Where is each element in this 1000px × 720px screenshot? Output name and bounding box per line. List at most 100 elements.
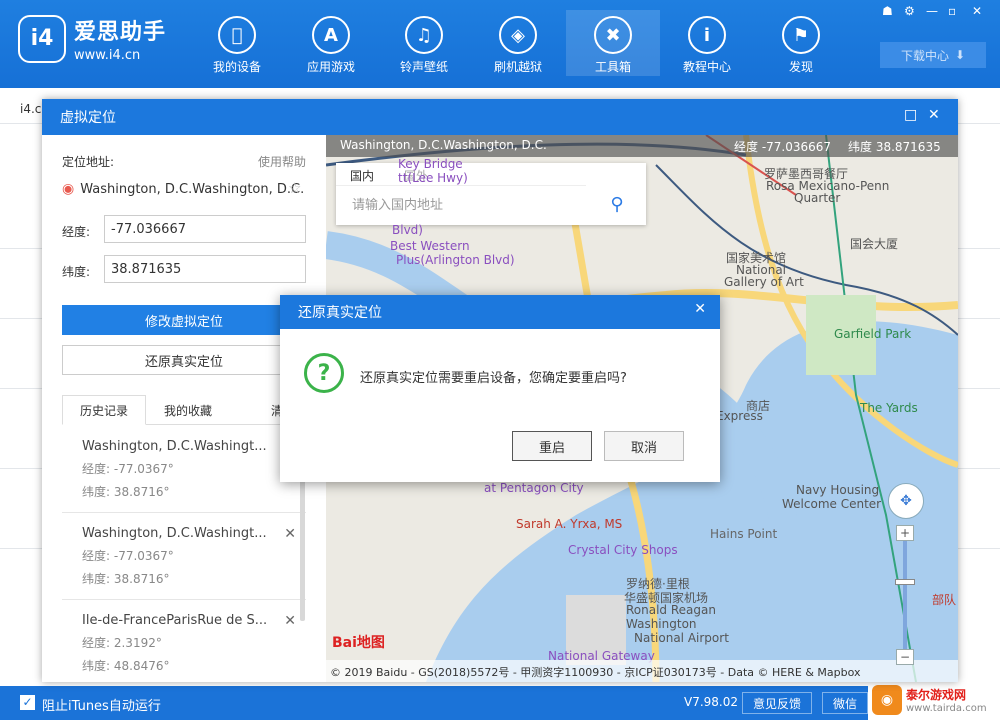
close-icon[interactable]: ✕ — [694, 301, 706, 317]
nav-flash[interactable]: ◈ 刷机越狱 — [471, 10, 565, 76]
restart-button[interactable]: 重启 — [512, 431, 592, 461]
nav-label: 刷机越狱 — [493, 60, 542, 74]
delete-icon[interactable]: ✕ — [284, 526, 296, 542]
tab-history[interactable]: 历史记录 — [62, 395, 146, 425]
map-label: Key Bridge — [398, 157, 463, 171]
zoom-track[interactable] — [903, 541, 907, 651]
music-icon: ♫ — [405, 16, 443, 54]
nav-label: 发现 — [788, 60, 813, 74]
map-info-place: Washington, D.C.Washington, D.C. — [340, 138, 547, 152]
itunes-label: 阻止iTunes自动运行 — [42, 699, 161, 714]
address-text: Washington, D.C.Washington, D.C. — [80, 181, 305, 197]
dropbox-icon: ◈ — [499, 16, 537, 54]
dialog-title: 还原真实定位 — [280, 295, 720, 329]
map-label: Gallery of Art — [724, 275, 804, 289]
download-center-button[interactable]: 下载中心 ⬇ — [880, 42, 986, 68]
map-label: Quarter — [794, 191, 841, 205]
status-bar: ✓ 阻止iTunes自动运行 V7.98.02 意见反馈 微信 — [0, 686, 1000, 720]
close-icon[interactable]: ✕ — [928, 107, 940, 123]
version-label: V7.98.02 — [684, 695, 739, 709]
map-label: Best Western — [390, 239, 470, 253]
feedback-button[interactable]: 意见反馈 — [742, 692, 813, 714]
window-title: 虚拟定位 — [42, 99, 958, 135]
map-label: National Airport — [634, 631, 729, 645]
map-label: Sarah A. Yrxa, MS — [516, 517, 623, 531]
search-icon[interactable]: ⚲ — [594, 189, 640, 219]
restore-location-button[interactable]: 还原真实定位 — [62, 345, 306, 375]
watermark-brand: ◉ 泰尔游戏网 www.tairda.com — [868, 680, 1000, 720]
baidu-logo: Bai地图 — [332, 635, 385, 651]
nav-label: 我的设备 — [212, 60, 261, 74]
skin-icon[interactable]: ☗ — [882, 4, 893, 18]
dialog-message: 还原真实定位需要重启设备，您确定要重启吗? — [360, 371, 627, 386]
itunes-checkbox[interactable]: ✓ — [20, 695, 35, 710]
favorite-star-icon[interactable]: ☆ — [288, 179, 301, 197]
apple-icon:  — [218, 16, 256, 54]
history-title: Washington, D.C.Washingt... — [82, 439, 267, 454]
wechat-button[interactable]: 微信 — [822, 692, 869, 714]
nav-my-device[interactable]:  我的设备 — [190, 10, 284, 76]
history-lng: 经度: -77.0367° — [82, 462, 174, 476]
latitude-field[interactable]: 38.871635 — [104, 255, 306, 283]
map-label: 部队 — [932, 593, 957, 607]
settings-icon[interactable]: ⚙ — [904, 4, 915, 18]
address-search-input[interactable]: 请输入国内地址 — [336, 185, 586, 221]
download-icon: ⬇ — [954, 48, 966, 62]
restore-confirm-dialog: 还原真实定位 ✕ ? 还原真实定位需要重启设备，您确定要重启吗? 重启 取消 — [280, 295, 720, 482]
zoom-control: + − — [895, 525, 915, 665]
question-icon: ? — [304, 353, 344, 393]
brand-name: 泰尔游戏网 — [906, 688, 967, 702]
map-label: Welcome Center — [782, 497, 882, 511]
zoom-out-button[interactable]: − — [896, 649, 914, 665]
bg-tab-label: i4.c — [20, 102, 42, 116]
zoom-slider-handle[interactable] — [895, 579, 915, 585]
history-item[interactable]: Ile-de-FranceParisRue de S... 经度: 2.3192… — [62, 601, 306, 681]
map-label: Plus(Arlington Blvd) — [396, 253, 515, 267]
nav-ringtones[interactable]: ♫ 铃声壁纸 — [377, 10, 471, 76]
history-item[interactable]: Washington, D.C.Washingt... 经度: -77.0367… — [62, 427, 306, 513]
history-lng: 经度: 2.3192° — [82, 636, 162, 650]
nav-discover[interactable]: ⚑ 发现 — [754, 10, 848, 76]
cancel-button[interactable]: 取消 — [604, 431, 684, 461]
map-label: The Yards — [860, 401, 918, 415]
map-label: Washington — [626, 617, 697, 631]
gamepad-icon: ◉ — [872, 685, 902, 715]
location-pin-icon: ◉ — [62, 181, 75, 197]
app-name: 爱思助手 — [74, 20, 167, 45]
history-tabs: 历史记录 我的收藏 清 — [62, 395, 306, 425]
delete-icon[interactable]: ✕ — [284, 613, 296, 629]
history-item[interactable]: Washington, D.C.Washingt... 经度: -77.0367… — [62, 514, 306, 600]
app-url: www.i4.cn — [74, 48, 141, 63]
history-title: Ile-de-FranceParisRue de S... — [82, 613, 268, 628]
minimize-icon[interactable]: — — [926, 4, 938, 18]
map-label: 国会大厦 — [850, 237, 899, 251]
help-link[interactable]: 使用帮助 — [258, 153, 306, 170]
nav-label: 应用游戏 — [306, 60, 355, 74]
brand-url: www.tairda.com — [906, 703, 987, 714]
nav-label: 教程中心 — [682, 60, 731, 74]
history-lng: 经度: -77.0367° — [82, 549, 174, 563]
map-label: at Pentagon City — [484, 481, 584, 495]
restore-icon[interactable]: ▫ — [948, 4, 956, 18]
maximize-icon[interactable]: □ — [904, 107, 917, 123]
map-pan-control[interactable]: ✥ — [888, 483, 924, 519]
logo-badge: i4 — [18, 14, 66, 63]
close-icon[interactable]: ✕ — [972, 4, 982, 18]
nav-apps[interactable]: A 应用游戏 — [284, 10, 378, 76]
zoom-in-button[interactable]: + — [896, 525, 914, 541]
modify-location-button[interactable]: 修改虚拟定位 — [62, 305, 306, 335]
nav-tutorials[interactable]: i 教程中心 — [660, 10, 754, 76]
nav-toolbox[interactable]: ✖ 工具箱 — [566, 10, 660, 76]
map-label: Navy Housing — [796, 483, 880, 497]
appstore-icon: A — [312, 16, 350, 54]
tab-domestic[interactable]: 国内 — [350, 167, 374, 184]
tab-favorites[interactable]: 我的收藏 — [146, 395, 230, 425]
longitude-field[interactable]: -77.036667 — [104, 215, 306, 243]
history-lat: 纬度: 48.8476° — [82, 659, 170, 673]
nav-label: 铃声壁纸 — [399, 60, 448, 74]
history-title: Washington, D.C.Washingt... — [82, 526, 267, 541]
address-label: 定位地址: — [62, 155, 115, 169]
download-label: 下载中心 — [900, 48, 949, 63]
map-label: Express — [716, 409, 763, 423]
longitude-label: 经度: — [62, 225, 91, 239]
